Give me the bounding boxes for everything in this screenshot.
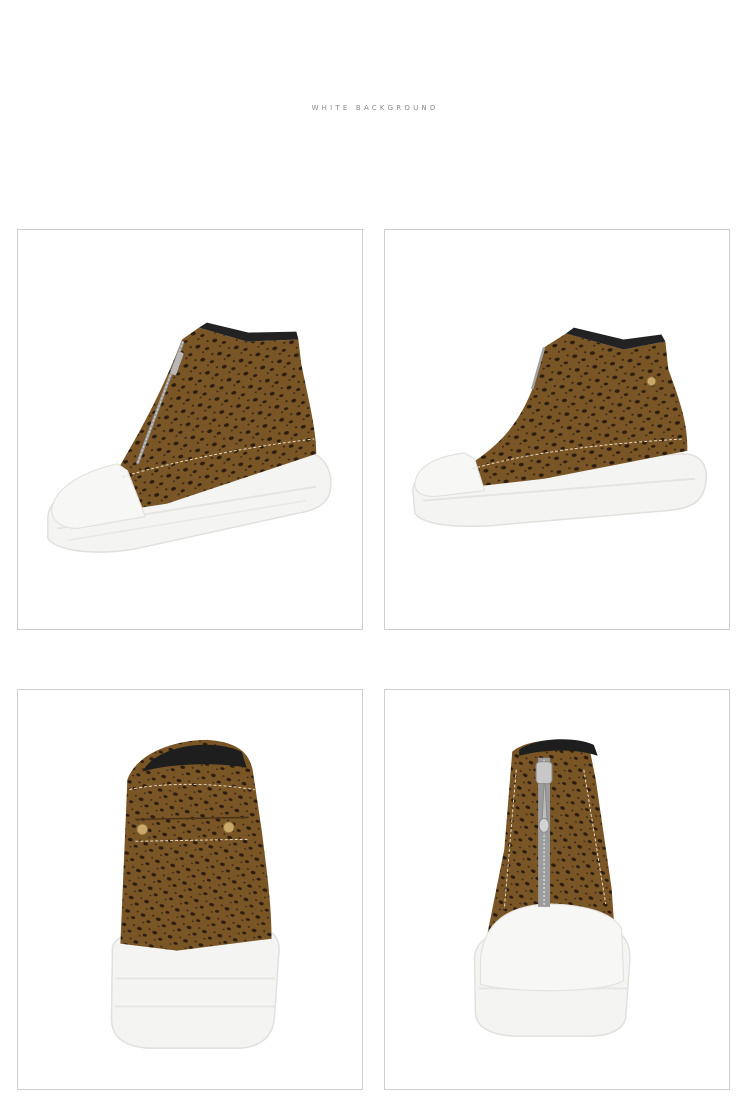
- product-photo-1[interactable]: [17, 229, 363, 630]
- header-caption: WHITE BACKGROUND: [311, 104, 439, 112]
- shoe-front-view-illustration: [473, 739, 631, 1037]
- product-photo-2[interactable]: [384, 229, 730, 630]
- shoe-back-view-illustration: [110, 739, 280, 1049]
- shoe-side-profile-illustration: [412, 327, 707, 528]
- shoe-three-quarter-illustration: [47, 322, 332, 553]
- product-photo-4[interactable]: [384, 689, 730, 1090]
- product-photo-3[interactable]: [17, 689, 363, 1090]
